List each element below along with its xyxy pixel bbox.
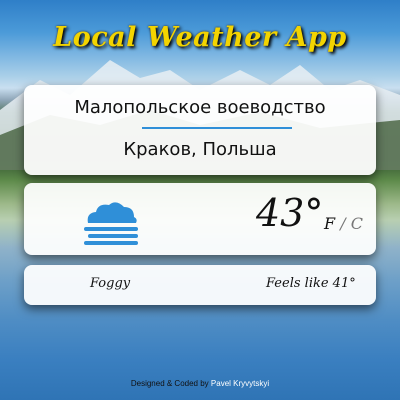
unit-separator: / <box>340 214 346 233</box>
temperature-value: 43° <box>256 191 324 235</box>
fog-icon <box>84 202 138 245</box>
description-card: Foggy Feels like 41° <box>24 265 376 305</box>
unit-fahrenheit[interactable]: F <box>324 214 335 233</box>
author-link[interactable]: Pavel Kryvytskyi <box>211 379 269 388</box>
footer-prefix: Designed & Coded by <box>130 379 209 388</box>
city-label: Краков, Польша <box>123 139 277 160</box>
region-label: Малопольское воеводство <box>74 97 326 118</box>
footer: Designed & Coded by Pavel Kryvytskyi <box>0 379 400 388</box>
unit-celsius[interactable]: C <box>351 214 363 233</box>
unit-toggle[interactable]: F / C <box>324 214 363 233</box>
feels-like-label: Feels like 41° <box>266 276 356 291</box>
divider <box>142 127 292 129</box>
temperature-card: 43° F / C <box>24 183 376 255</box>
location-card: Малопольское воеводство Краков, Польша <box>24 85 376 175</box>
weather-description: Foggy <box>90 276 131 291</box>
app-title: Local Weather App <box>53 22 347 53</box>
